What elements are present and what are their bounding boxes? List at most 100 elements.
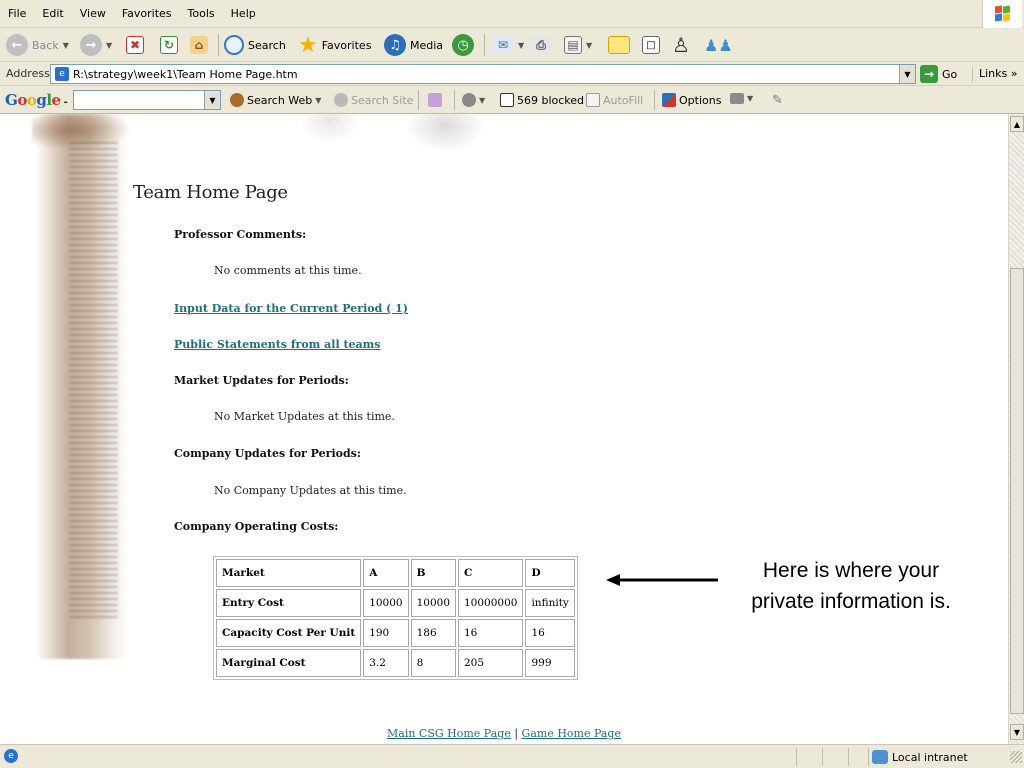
table-cell: 3.2 [363,649,409,677]
address-dropdown-icon[interactable]: ▼ [899,65,915,83]
annotation-callout: Here is where your private information i… [716,555,986,617]
stop-button[interactable]: ✖ [126,33,144,57]
refresh-button[interactable]: ↻ [160,33,178,57]
favorites-star-icon: ★ [298,32,318,58]
table-cell: 16 [458,619,524,647]
pagerank-button[interactable] [428,93,442,107]
options-label: Options [679,93,722,107]
table-header-row: Market A B C D [216,559,575,587]
forward-arrow-icon: → [80,34,102,56]
annotation-line: private information is. [751,590,951,613]
popup-blocker-icon [500,93,514,107]
operating-costs-table: Market A B C D Entry Cost 10000 10000 10… [213,556,578,680]
google-search-input[interactable]: ▼ [73,90,221,110]
footer-separator: | [510,727,522,740]
discuss-button[interactable] [608,33,630,57]
forward-button[interactable]: → ▼ [80,33,112,57]
search-web-dropdown-icon[interactable]: ▼ [315,96,321,105]
media-icon: ♫ [384,34,406,56]
research-button[interactable]: □ [642,33,660,57]
table-cell: 10000 [363,589,409,617]
status-cell [848,748,868,766]
research-icon: □ [642,36,660,54]
msn-buddies-icon: ♟♟ [704,35,733,55]
public-statements-link[interactable]: Public Statements from all teams [174,338,381,351]
scrollbar-thumb[interactable] [1010,268,1024,714]
back-dropdown-icon[interactable]: ▼ [63,41,69,50]
discuss-icon [608,36,630,54]
table-cell: 10000 [410,589,456,617]
home-icon: ⌂ [190,36,208,54]
vertical-scrollbar[interactable]: ▲ ▼ [1008,114,1024,744]
scroll-down-button[interactable]: ▼ [1010,724,1024,740]
links-button[interactable]: Links » [972,67,1017,83]
mail-button[interactable]: ✉ ▼ [492,33,524,57]
menu-help[interactable]: Help [223,7,264,20]
news-icon [428,93,442,107]
zone-label: Local intranet [892,750,968,764]
refresh-icon: ↻ [160,36,178,54]
google-logo[interactable]: Google - [5,91,68,109]
highlight-button[interactable]: ✎ [772,93,783,108]
windows-logo [982,0,1022,28]
menu-view[interactable]: View [72,7,114,20]
company-updates-heading: Company Updates for Periods: [174,447,361,460]
input-data-link[interactable]: Input Data for the Current Period ( 1) [174,302,408,315]
folder-dropdown-icon[interactable]: ▼ [747,94,753,103]
options-button[interactable]: Options [662,93,721,107]
page-title: Team Home Page [133,182,288,203]
search-web-button[interactable]: Search Web ▼ [230,93,321,107]
annotation-arrow-icon [606,574,718,586]
history-button[interactable]: ◷ [452,33,474,57]
back-button[interactable]: ← Back ▼ [6,33,69,57]
folder-button[interactable]: ▼ [730,93,753,104]
msn-button[interactable]: ♟♟ [704,33,733,57]
game-home-link[interactable]: Game Home Page [522,727,621,740]
google-toolbar: Google - ▼ Search Web ▼ Search Site ▼ 56… [0,86,1024,114]
menu-favorites[interactable]: Favorites [114,7,180,20]
messenger-button[interactable]: ♙ [672,33,690,57]
professor-comments-text: No comments at this time. [214,264,362,277]
print-button[interactable]: ⎙ [530,33,552,57]
annotation-line: Here is where your [762,559,940,582]
folder-icon [730,93,744,104]
info-button[interactable]: ▼ [462,93,485,107]
autofill-button[interactable]: AutoFill [586,93,643,107]
scroll-up-button[interactable]: ▲ [1010,116,1024,132]
google-search-dropdown-icon[interactable]: ▼ [204,91,220,109]
forward-dropdown-icon[interactable]: ▼ [106,41,112,50]
operating-costs-heading: Company Operating Costs: [174,520,339,533]
blocked-label: 569 blocked [517,93,585,107]
popup-blocker-button[interactable]: 569 blocked [500,93,584,107]
info-dropdown-icon[interactable]: ▼ [479,96,485,105]
search-web-label: Search Web [247,93,313,107]
resize-grip-icon[interactable] [1010,751,1022,763]
search-label: Search [248,38,286,52]
home-button[interactable]: ⌂ [190,33,208,57]
menu-file[interactable]: File [8,7,34,20]
menu-tools[interactable]: Tools [180,7,223,20]
info-icon [462,93,476,107]
standard-toolbar: ← Back ▼ → ▼ ✖ ↻ ⌂ Search ★ Favorites ♫ … [0,28,1024,62]
mail-dropdown-icon[interactable]: ▼ [518,41,524,50]
address-input[interactable]: e R:\strategy\week1\Team Home Page.htm ▼ [50,64,916,84]
history-icon: ◷ [452,34,474,56]
table-cell: 10000000 [458,589,524,617]
back-label: Back [32,38,59,52]
table-row: Marginal Cost 3.2 8 205 999 [216,649,575,677]
favorites-button[interactable]: ★ Favorites [298,32,371,58]
search-icon [224,35,244,55]
page-icon: e [55,67,69,81]
edit-button[interactable]: ▤ ▼ [564,33,592,57]
edit-dropdown-icon[interactable]: ▼ [586,41,592,50]
row-label: Capacity Cost Per Unit [216,619,362,647]
autofill-label: AutoFill [603,93,644,107]
media-button[interactable]: ♫ Media [384,33,443,57]
search-site-button[interactable]: Search Site [334,93,413,107]
menu-edit[interactable]: Edit [34,7,71,20]
security-zone: Local intranet [872,750,968,764]
address-value[interactable]: R:\strategy\week1\Team Home Page.htm [73,68,298,81]
go-button[interactable]: → Go [920,65,957,83]
main-csg-home-link[interactable]: Main CSG Home Page [387,727,511,740]
search-button[interactable]: Search [224,33,286,57]
